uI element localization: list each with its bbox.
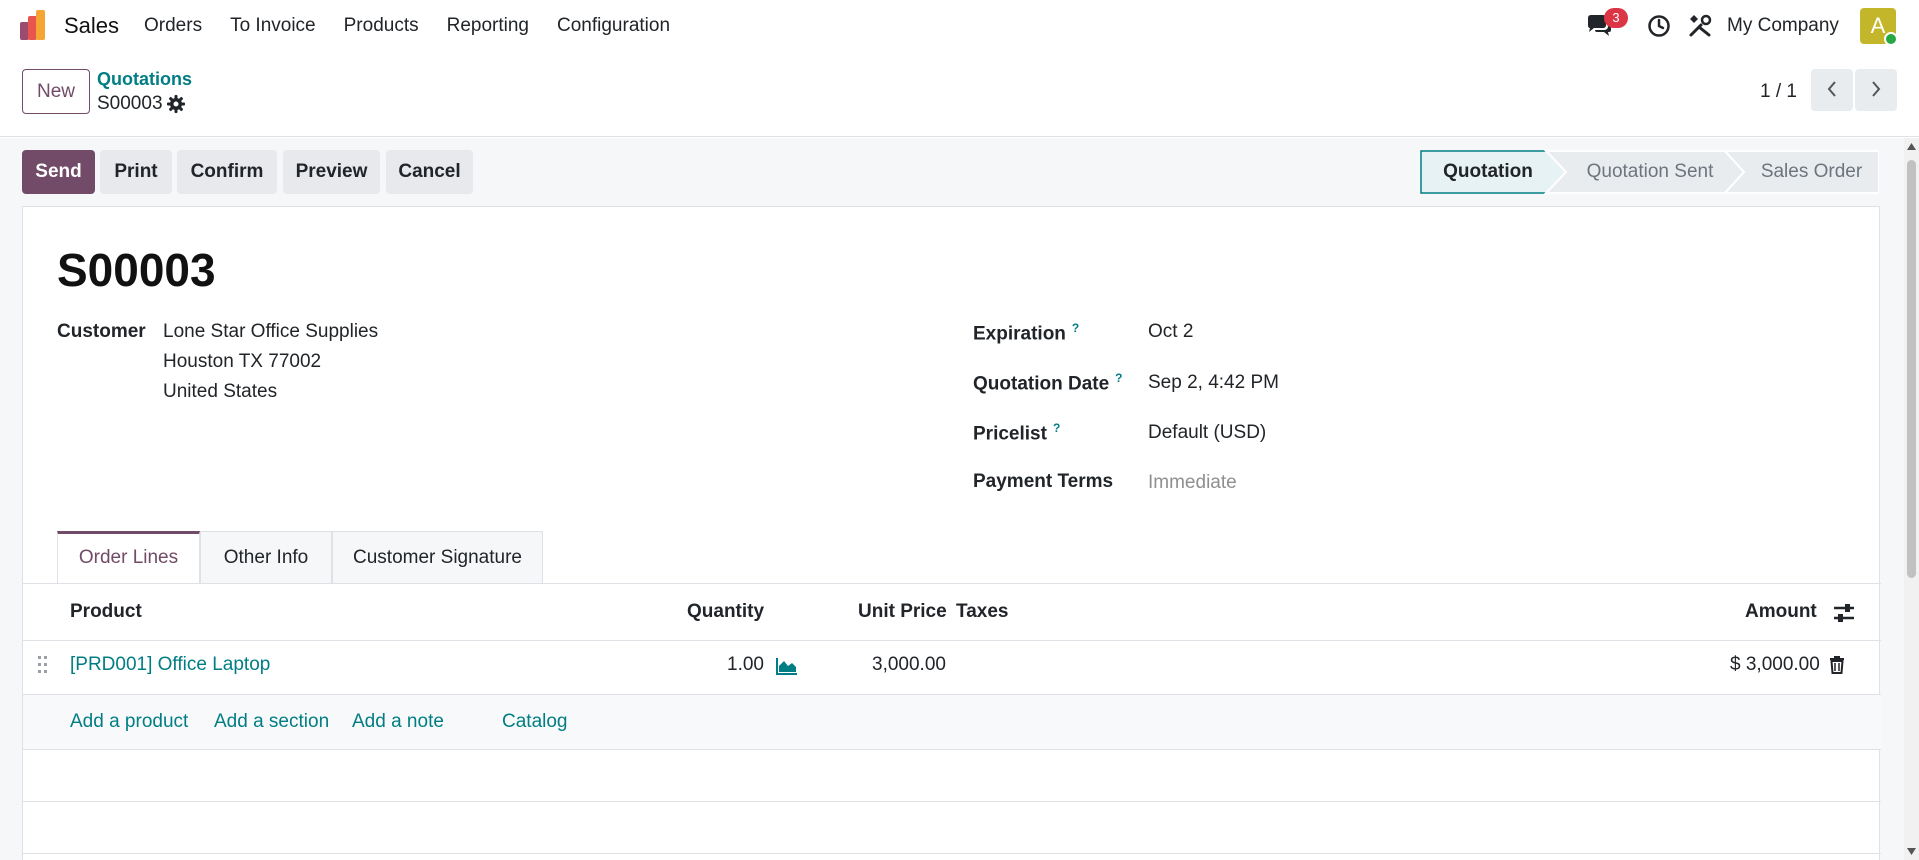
row-unit-price[interactable]: 3,000.00 <box>872 654 946 676</box>
scroll-up-icon[interactable] <box>1907 142 1916 150</box>
column-header-taxes[interactable]: Taxes <box>956 601 1008 623</box>
column-header-unit-price[interactable]: Unit Price <box>858 601 947 623</box>
main-menu: Orders To Invoice Products Reporting Con… <box>144 15 698 37</box>
tab-divider <box>23 583 1881 584</box>
pricelist-help-icon[interactable]: ? <box>1053 421 1060 435</box>
confirm-button[interactable]: Confirm <box>177 150 277 194</box>
menu-configuration[interactable]: Configuration <box>557 15 670 37</box>
add-section-link[interactable]: Add a section <box>214 711 329 733</box>
menu-products[interactable]: Products <box>344 15 419 37</box>
expiration-label-text: Expiration <box>973 323 1066 345</box>
header-divider <box>23 640 1881 641</box>
pricelist-label-text: Pricelist <box>973 423 1047 445</box>
quotation-date-help-icon[interactable]: ? <box>1115 371 1122 385</box>
expiration-help-icon[interactable]: ? <box>1072 321 1079 335</box>
page-scrollbar[interactable] <box>1904 138 1919 860</box>
cancel-button[interactable]: Cancel <box>386 150 473 194</box>
forecast-chart-icon[interactable] <box>776 657 798 675</box>
breadcrumb-quotations[interactable]: Quotations <box>97 69 192 90</box>
row-divider <box>23 749 1881 750</box>
customer-address-line-2: United States <box>163 381 278 402</box>
control-panel: New Quotations S00003 1 / 1 <box>0 53 1919 137</box>
drag-handle-icon[interactable] <box>37 655 49 675</box>
preview-button[interactable]: Preview <box>283 150 380 194</box>
pricelist-field[interactable]: Default (USD) <box>1148 422 1266 444</box>
print-button[interactable]: Print <box>100 150 172 194</box>
send-button[interactable]: Send <box>22 150 95 194</box>
row-quantity[interactable]: 1.00 <box>727 654 764 676</box>
chevron-right-icon <box>1872 80 1881 97</box>
pager-value[interactable]: 1 / 1 <box>1760 81 1797 103</box>
column-header-product[interactable]: Product <box>70 601 142 623</box>
expiration-label: Expiration? <box>973 321 1079 345</box>
activity-clock-icon[interactable] <box>1647 14 1671 38</box>
row-product[interactable]: [PRD001] Office Laptop <box>70 654 270 676</box>
payment-terms-field[interactable]: Immediate <box>1148 472 1237 494</box>
stage-quotation[interactable]: Quotation <box>1420 150 1556 194</box>
pager-previous-button[interactable] <box>1811 69 1853 111</box>
row-divider <box>23 801 1881 802</box>
app-name[interactable]: Sales <box>64 13 119 39</box>
row-amount: $ 3,000.00 <box>1730 654 1820 675</box>
tab-customer-signature[interactable]: Customer Signature <box>332 531 543 583</box>
scroll-down-icon[interactable] <box>1907 848 1916 856</box>
messages-badge: 3 <box>1604 8 1628 28</box>
menu-to-invoice[interactable]: To Invoice <box>230 15 316 37</box>
pricelist-label: Pricelist? <box>973 421 1060 445</box>
menu-reporting[interactable]: Reporting <box>447 15 529 37</box>
scroll-thumb[interactable] <box>1907 160 1916 578</box>
customer-label: Customer <box>57 321 146 342</box>
customer-address-line-1: Houston TX 77002 <box>163 351 322 372</box>
tab-other-info[interactable]: Other Info <box>200 531 332 583</box>
add-product-link[interactable]: Add a product <box>70 711 188 733</box>
quotation-date-label: Quotation Date? <box>973 371 1123 395</box>
stage-quotation-sent[interactable]: Quotation Sent <box>1566 150 1734 194</box>
new-button[interactable]: New <box>22 69 90 114</box>
top-navbar: Sales Orders To Invoice Products Reporti… <box>0 0 1919 53</box>
chevron-left-icon <box>1827 80 1836 97</box>
add-note-link[interactable]: Add a note <box>352 711 444 733</box>
quotation-date-label-text: Quotation Date <box>973 373 1110 395</box>
debug-tools-icon[interactable] <box>1688 14 1712 38</box>
online-status-dot <box>1884 32 1898 46</box>
gear-icon[interactable] <box>167 95 185 113</box>
customer-name[interactable]: Lone Star Office Supplies <box>163 321 378 343</box>
payment-terms-label: Payment Terms <box>973 471 1114 492</box>
catalog-button[interactable]: Catalog <box>502 711 568 733</box>
status-bar: Quotation Quotation Sent Sales Order <box>1420 150 1879 194</box>
column-header-amount[interactable]: Amount <box>1745 601 1817 623</box>
pager-next-button[interactable] <box>1855 69 1897 111</box>
company-switcher[interactable]: My Company <box>1727 15 1839 37</box>
stage-sales-order[interactable]: Sales Order <box>1744 150 1879 194</box>
form-sheet: S00003 Customer Lone Star Office Supplie… <box>22 206 1881 860</box>
sales-app-icon[interactable] <box>20 10 52 42</box>
document-title: S00003 <box>57 244 216 296</box>
trash-icon[interactable] <box>1829 656 1845 674</box>
expiration-field[interactable]: Oct 2 <box>1148 321 1193 343</box>
row-divider <box>23 853 1881 854</box>
quotation-date-field[interactable]: Sep 2, 4:42 PM <box>1148 372 1279 394</box>
breadcrumb-current: S00003 <box>97 93 163 114</box>
menu-orders[interactable]: Orders <box>144 15 202 37</box>
column-header-quantity[interactable]: Quantity <box>687 601 764 623</box>
optional-columns-icon[interactable] <box>1833 603 1855 623</box>
tab-order-lines[interactable]: Order Lines <box>57 531 200 583</box>
